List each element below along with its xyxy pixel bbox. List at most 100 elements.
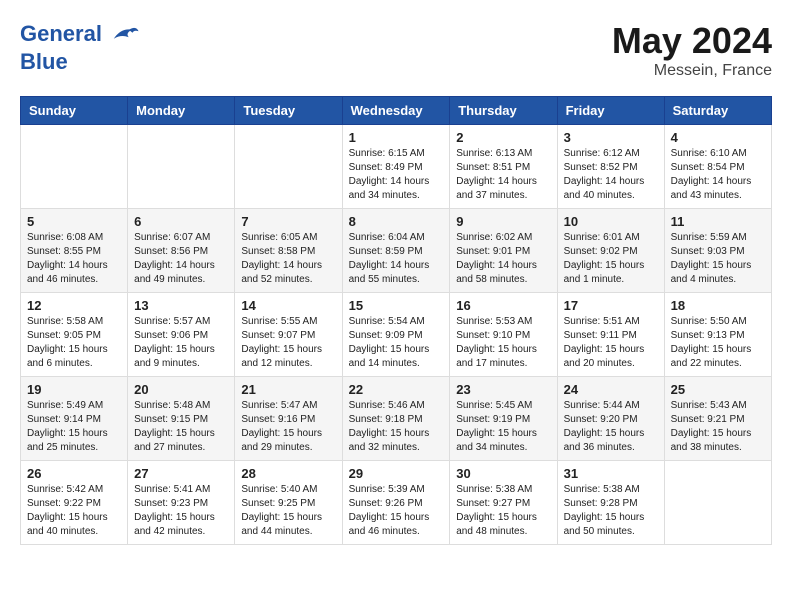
- calendar-cell: 13 Sunrise: 5:57 AM Sunset: 9:06 PM Dayli…: [128, 293, 235, 377]
- day-info: Sunrise: 6:13 AM Sunset: 8:51 PM Dayligh…: [456, 147, 550, 203]
- day-number: 27: [134, 466, 228, 481]
- day-info: Sunrise: 5:46 AM Sunset: 9:18 PM Dayligh…: [349, 399, 444, 455]
- calendar-cell: 31 Sunrise: 5:38 AM Sunset: 9:28 PM Dayli…: [557, 461, 664, 545]
- day-info: Sunrise: 6:15 AM Sunset: 8:49 PM Dayligh…: [349, 147, 444, 203]
- calendar-week-row: 1 Sunrise: 6:15 AM Sunset: 8:49 PM Daylig…: [21, 125, 772, 209]
- calendar-cell: 11 Sunrise: 5:59 AM Sunset: 9:03 PM Dayli…: [664, 209, 771, 293]
- calendar-cell: 22 Sunrise: 5:46 AM Sunset: 9:18 PM Dayli…: [342, 377, 450, 461]
- day-number: 26: [27, 466, 121, 481]
- calendar-cell: 2Sunrise: 6:13 AM Sunset: 8:51 PM Daylig…: [450, 125, 557, 209]
- weekday-header-saturday: Saturday: [664, 97, 771, 125]
- day-info: Sunrise: 6:10 AM Sunset: 8:54 PM Dayligh…: [671, 147, 765, 203]
- day-info: Sunrise: 6:08 AM Sunset: 8:55 PM Dayligh…: [27, 231, 121, 287]
- day-number: 11: [671, 214, 765, 229]
- day-number: 16: [456, 298, 550, 313]
- month-title: May 2024: [612, 20, 772, 62]
- day-info: Sunrise: 5:41 AM Sunset: 9:23 PM Dayligh…: [134, 483, 228, 539]
- calendar-cell: 16 Sunrise: 5:53 AM Sunset: 9:10 PM Dayli…: [450, 293, 557, 377]
- calendar-cell: 27 Sunrise: 5:41 AM Sunset: 9:23 PM Dayli…: [128, 461, 235, 545]
- calendar-cell: 25 Sunrise: 5:43 AM Sunset: 9:21 PM Dayli…: [664, 377, 771, 461]
- calendar-cell: 1 Sunrise: 6:15 AM Sunset: 8:49 PM Daylig…: [342, 125, 450, 209]
- page-header: General Blue May 2024 Messein, France: [20, 20, 772, 80]
- day-info: Sunrise: 6:02 AM Sunset: 9:01 PM Dayligh…: [456, 231, 550, 287]
- calendar-cell: 7 Sunrise: 6:05 AM Sunset: 8:58 PM Daylig…: [235, 209, 342, 293]
- day-number: 29: [349, 466, 444, 481]
- calendar-table: SundayMondayTuesdayWednesdayThursdayFrid…: [20, 96, 772, 545]
- calendar-week-row: 12 Sunrise: 5:58 AM Sunset: 9:05 PM Dayli…: [21, 293, 772, 377]
- calendar-cell: 28 Sunrise: 5:40 AM Sunset: 9:25 PM Dayli…: [235, 461, 342, 545]
- day-info: Sunrise: 5:54 AM Sunset: 9:09 PM Dayligh…: [349, 315, 444, 371]
- calendar-cell: 30 Sunrise: 5:38 AM Sunset: 9:27 PM Dayli…: [450, 461, 557, 545]
- calendar-cell: 15 Sunrise: 5:54 AM Sunset: 9:09 PM Dayli…: [342, 293, 450, 377]
- calendar-cell: [235, 125, 342, 209]
- day-info: Sunrise: 5:47 AM Sunset: 9:16 PM Dayligh…: [241, 399, 335, 455]
- calendar-cell: [664, 461, 771, 545]
- calendar-cell: 18 Sunrise: 5:50 AM Sunset: 9:13 PM Dayli…: [664, 293, 771, 377]
- day-info: Sunrise: 5:51 AM Sunset: 9:11 PM Dayligh…: [564, 315, 658, 371]
- day-number: 1: [349, 130, 444, 145]
- day-number: 22: [349, 382, 444, 397]
- day-number: 9: [456, 214, 550, 229]
- day-number: 15: [349, 298, 444, 313]
- day-number: 17: [564, 298, 658, 313]
- day-number: 8: [349, 214, 444, 229]
- day-info: Sunrise: 5:57 AM Sunset: 9:06 PM Dayligh…: [134, 315, 228, 371]
- calendar-cell: 19Sunrise: 5:49 AM Sunset: 9:14 PM Dayli…: [21, 377, 128, 461]
- day-info: Sunrise: 6:05 AM Sunset: 8:58 PM Dayligh…: [241, 231, 335, 287]
- calendar-week-row: 5 Sunrise: 6:08 AM Sunset: 8:55 PM Daylig…: [21, 209, 772, 293]
- calendar-cell: 12 Sunrise: 5:58 AM Sunset: 9:05 PM Dayli…: [21, 293, 128, 377]
- day-number: 28: [241, 466, 335, 481]
- weekday-header-wednesday: Wednesday: [342, 97, 450, 125]
- calendar-week-row: 19Sunrise: 5:49 AM Sunset: 9:14 PM Dayli…: [21, 377, 772, 461]
- calendar-cell: 24Sunrise: 5:44 AM Sunset: 9:20 PM Dayli…: [557, 377, 664, 461]
- day-info: Sunrise: 5:40 AM Sunset: 9:25 PM Dayligh…: [241, 483, 335, 539]
- day-info: Sunrise: 5:38 AM Sunset: 9:28 PM Dayligh…: [564, 483, 658, 539]
- calendar-cell: 29 Sunrise: 5:39 AM Sunset: 9:26 PM Dayli…: [342, 461, 450, 545]
- day-number: 12: [27, 298, 121, 313]
- weekday-header-monday: Monday: [128, 97, 235, 125]
- day-info: Sunrise: 5:43 AM Sunset: 9:21 PM Dayligh…: [671, 399, 765, 455]
- day-number: 31: [564, 466, 658, 481]
- day-number: 21: [241, 382, 335, 397]
- calendar-cell: 26 Sunrise: 5:42 AM Sunset: 9:22 PM Dayli…: [21, 461, 128, 545]
- day-info: Sunrise: 5:45 AM Sunset: 9:19 PM Dayligh…: [456, 399, 550, 455]
- title-block: May 2024 Messein, France: [612, 20, 772, 80]
- calendar-cell: 21 Sunrise: 5:47 AM Sunset: 9:16 PM Dayli…: [235, 377, 342, 461]
- weekday-header-row: SundayMondayTuesdayWednesdayThursdayFrid…: [21, 97, 772, 125]
- day-number: 30: [456, 466, 550, 481]
- day-info: Sunrise: 5:50 AM Sunset: 9:13 PM Dayligh…: [671, 315, 765, 371]
- calendar-cell: 14 Sunrise: 5:55 AM Sunset: 9:07 PM Dayli…: [235, 293, 342, 377]
- day-number: 18: [671, 298, 765, 313]
- calendar-cell: 4Sunrise: 6:10 AM Sunset: 8:54 PM Daylig…: [664, 125, 771, 209]
- day-info: Sunrise: 5:55 AM Sunset: 9:07 PM Dayligh…: [241, 315, 335, 371]
- day-number: 7: [241, 214, 335, 229]
- day-info: Sunrise: 5:58 AM Sunset: 9:05 PM Dayligh…: [27, 315, 121, 371]
- day-info: Sunrise: 5:42 AM Sunset: 9:22 PM Dayligh…: [27, 483, 121, 539]
- weekday-header-tuesday: Tuesday: [235, 97, 342, 125]
- day-number: 14: [241, 298, 335, 313]
- day-number: 13: [134, 298, 228, 313]
- weekday-header-sunday: Sunday: [21, 97, 128, 125]
- day-number: 5: [27, 214, 121, 229]
- day-info: Sunrise: 5:44 AM Sunset: 9:20 PM Dayligh…: [564, 399, 658, 455]
- day-info: Sunrise: 5:39 AM Sunset: 9:26 PM Dayligh…: [349, 483, 444, 539]
- day-info: Sunrise: 6:12 AM Sunset: 8:52 PM Dayligh…: [564, 147, 658, 203]
- calendar-cell: 20 Sunrise: 5:48 AM Sunset: 9:15 PM Dayli…: [128, 377, 235, 461]
- calendar-cell: 8 Sunrise: 6:04 AM Sunset: 8:59 PM Daylig…: [342, 209, 450, 293]
- day-number: 20: [134, 382, 228, 397]
- day-info: Sunrise: 5:53 AM Sunset: 9:10 PM Dayligh…: [456, 315, 550, 371]
- calendar-cell: 5 Sunrise: 6:08 AM Sunset: 8:55 PM Daylig…: [21, 209, 128, 293]
- logo-text: General: [20, 20, 140, 50]
- day-info: Sunrise: 5:38 AM Sunset: 9:27 PM Dayligh…: [456, 483, 550, 539]
- calendar-cell: 6Sunrise: 6:07 AM Sunset: 8:56 PM Daylig…: [128, 209, 235, 293]
- day-info: Sunrise: 5:48 AM Sunset: 9:15 PM Dayligh…: [134, 399, 228, 455]
- calendar-cell: 17 Sunrise: 5:51 AM Sunset: 9:11 PM Dayli…: [557, 293, 664, 377]
- day-info: Sunrise: 6:04 AM Sunset: 8:59 PM Dayligh…: [349, 231, 444, 287]
- day-info: Sunrise: 5:49 AM Sunset: 9:14 PM Dayligh…: [27, 399, 121, 455]
- calendar-cell: [21, 125, 128, 209]
- day-info: Sunrise: 5:59 AM Sunset: 9:03 PM Dayligh…: [671, 231, 765, 287]
- day-number: 3: [564, 130, 658, 145]
- calendar-cell: 10Sunrise: 6:01 AM Sunset: 9:02 PM Dayli…: [557, 209, 664, 293]
- day-number: 25: [671, 382, 765, 397]
- day-number: 6: [134, 214, 228, 229]
